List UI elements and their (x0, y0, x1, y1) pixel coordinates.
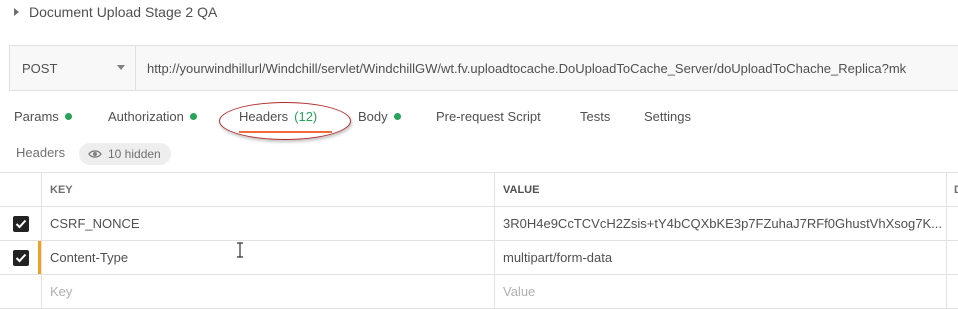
row-check-cell (0, 207, 41, 240)
column-header-description: D (946, 173, 958, 206)
text-cursor-icon (237, 242, 243, 258)
table-row: Content-Type multipart/form-data (0, 241, 958, 275)
table-row-new: Key Value (0, 275, 958, 309)
caret-right-icon[interactable] (14, 8, 19, 16)
url-input[interactable]: http://yourwindhillurl/Windchill/servlet… (136, 46, 958, 90)
description-input[interactable] (946, 275, 958, 308)
value-input[interactable]: 3R0H4e9CcTCVcH2Zsis+tY4bCQXbKE3p7FZuhaJ7… (494, 207, 946, 240)
tab-tests[interactable]: Tests (580, 109, 610, 124)
key-input[interactable]: Content-Type (41, 241, 494, 274)
tab-headers[interactable]: Headers (12) (239, 109, 317, 124)
tab-label: Authorization (108, 109, 184, 124)
description-input[interactable] (946, 241, 958, 274)
tab-authorization[interactable]: Authorization (108, 109, 197, 124)
status-dot-icon (189, 113, 197, 120)
tab-pre-request-script[interactable]: Pre-request Script (436, 109, 541, 124)
tab-label: Body (358, 109, 388, 124)
status-dot-icon (64, 113, 72, 120)
column-header-value: VALUE (494, 173, 946, 206)
eye-icon (88, 150, 102, 158)
method-label: POST (22, 60, 58, 76)
checkbox[interactable] (12, 215, 29, 232)
column-header-key: KEY (41, 173, 494, 206)
active-tab-underline (239, 131, 332, 133)
tab-body[interactable]: Body (358, 109, 401, 124)
method-select[interactable]: POST (10, 46, 136, 90)
key-placeholder-input[interactable]: Key (41, 275, 494, 308)
status-dot-icon (393, 113, 401, 120)
chevron-down-icon (117, 65, 125, 70)
row-check-cell (0, 241, 41, 274)
breadcrumb: Document Upload Stage 2 QA (14, 0, 217, 24)
key-input[interactable]: CSRF_NONCE (41, 207, 494, 240)
tab-label: Tests (580, 109, 611, 124)
table-row: CSRF_NONCE 3R0H4e9CcTCVcH2Zsis+tY4bCQXbK… (0, 207, 958, 241)
value-placeholder-input[interactable]: Value (494, 275, 946, 308)
tab-label: Pre-request Script (436, 109, 541, 124)
tab-count: (12) (294, 109, 318, 124)
request-title[interactable]: Document Upload Stage 2 QA (29, 4, 217, 20)
row-check-cell (0, 275, 41, 308)
checkmark-icon (15, 253, 26, 262)
tab-params[interactable]: Params (14, 109, 72, 124)
tab-settings[interactable]: Settings (644, 109, 691, 124)
headers-section-label: Headers (16, 145, 66, 160)
tab-label: Params (14, 109, 59, 124)
tab-label: Headers (239, 109, 289, 124)
checkmark-icon (15, 219, 26, 228)
header-check-cell (0, 173, 41, 206)
hidden-count-label: 10 hidden (108, 147, 161, 161)
value-input[interactable]: multipart/form-data (494, 241, 946, 274)
table-header-row: KEY VALUE D (0, 173, 958, 207)
tab-label: Settings (644, 109, 691, 124)
hidden-headers-toggle[interactable]: 10 hidden (79, 143, 171, 165)
checkbox[interactable] (12, 249, 29, 266)
request-bar: POST http://yourwindhillurl/Windchill/se… (9, 45, 958, 91)
description-input[interactable] (946, 207, 958, 240)
headers-table: KEY VALUE D CSRF_NONCE 3R0H4e9CcTCVcH2Zs… (0, 172, 958, 309)
